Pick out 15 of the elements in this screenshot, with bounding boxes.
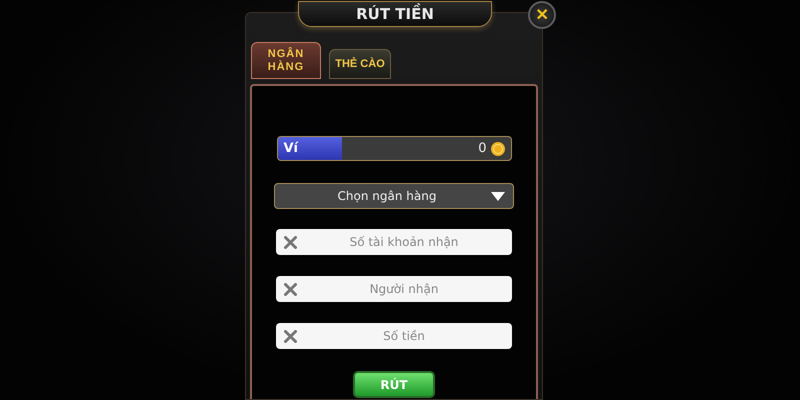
clear-icon[interactable] (284, 330, 297, 342)
clear-icon[interactable] (284, 282, 297, 296)
tab[interactable]: THẺ CÀO (329, 49, 391, 79)
caret-icon (491, 192, 505, 200)
input-field[interactable]: Người nhận (276, 276, 512, 302)
close-button[interactable]: ✕ (528, 1, 556, 29)
coin-icon (490, 142, 504, 156)
wallet-label: Ví (278, 137, 342, 160)
wallet-amount: 0 (478, 141, 486, 156)
input-field[interactable]: Số tài khoản nhận (276, 229, 512, 255)
dialog-title: RÚT TIỀN (298, 1, 492, 27)
bank-dropdown[interactable]: Chọn ngân hàng (274, 183, 514, 209)
input-field[interactable]: Số tiền (276, 323, 512, 349)
clear-icon[interactable] (284, 236, 297, 248)
tab[interactable]: NGÂN HÀNG (251, 42, 321, 79)
